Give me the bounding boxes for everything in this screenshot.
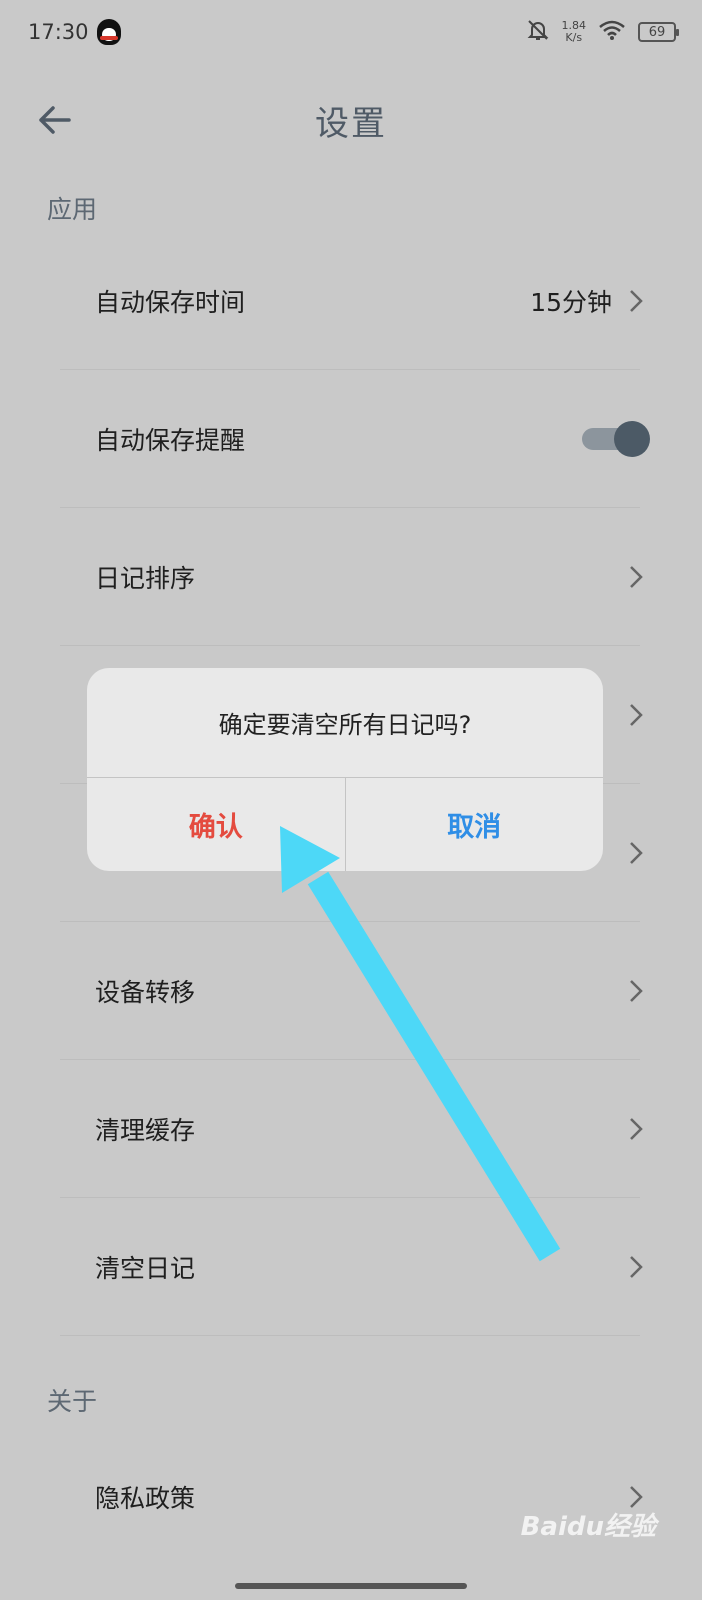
status-bar: 17:30 1.84 K/s 69 [0,0,702,64]
dialog-message: 确定要清空所有日记吗? [87,668,603,778]
status-left: 17:30 [28,19,121,45]
row-label: 清空日记 [95,1253,196,1283]
row-right [624,841,648,865]
settings-row-clear-cache[interactable]: 清理缓存 [60,1060,643,1198]
network-speed-unit: K/s [565,31,583,44]
autosave-reminder-toggle[interactable] [580,419,650,459]
row-label: 自动保存提醒 [95,425,246,455]
row-label: 设备转移 [95,977,196,1007]
settings-row-diary-sort[interactable]: 日记排序 [60,508,643,646]
watermark: Baidu经验 [520,1512,656,1542]
settings-row-device-transfer[interactable]: 设备转移 [60,922,643,1060]
page-title: 设置 [315,103,387,144]
confirm-button[interactable]: 确认 [87,778,346,871]
toggle-knob [614,420,650,457]
status-right: 1.84 K/s 69 [526,18,679,46]
cancel-button[interactable]: 取消 [346,778,604,871]
chevron-right-icon [624,289,648,313]
chevron-right-icon [624,1117,648,1141]
muted-bell-icon [526,18,550,46]
row-label: 日记排序 [95,563,196,593]
chevron-right-icon [624,1255,648,1279]
row-right: 15分钟 [530,283,648,319]
battery-icon: 69 [638,22,679,42]
row-right [624,565,648,589]
wifi-icon [598,19,626,45]
chevron-right-icon [624,703,648,727]
row-label: 隐私政策 [95,1484,196,1513]
row-right [624,1117,648,1141]
qq-notification-icon [96,19,121,45]
home-indicator[interactable] [235,1583,467,1589]
dialog-buttons: 确认 取消 [87,778,603,871]
confirm-dialog: 确定要清空所有日记吗? 确认 取消 [87,668,603,871]
row-right [624,979,648,1003]
settings-row-autosave-time[interactable]: 自动保存时间 15分钟 [60,232,643,370]
section-label-app: 应用 [47,195,98,224]
chevron-right-icon [624,565,648,589]
status-time: 17:30 [28,20,89,44]
chevron-right-icon [624,841,648,865]
battery-level: 69 [648,24,666,40]
back-arrow-icon [39,106,71,134]
row-label: 清理缓存 [95,1115,196,1145]
header: 设置 [0,84,702,156]
network-speed: 1.84 K/s [562,20,587,44]
chevron-right-icon [624,979,648,1003]
settings-row-autosave-reminder: 自动保存提醒 [60,370,650,508]
settings-row-privacy-policy[interactable]: 隐私政策 [60,1428,643,1566]
back-button[interactable] [30,96,78,144]
row-right [624,703,648,727]
settings-row-clear-diary[interactable]: 清空日记 [60,1198,643,1336]
row-label: 自动保存时间 [95,287,246,317]
row-right [624,1255,648,1279]
autosave-time-value: 15分钟 [530,287,612,317]
section-label-about: 关于 [47,1387,98,1416]
